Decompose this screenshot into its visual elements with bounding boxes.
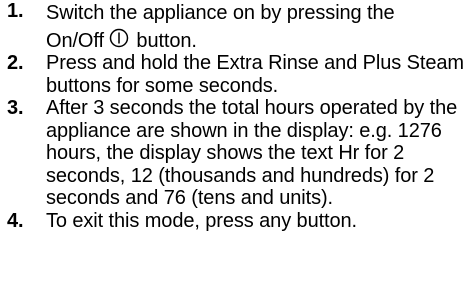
instruction-step: 2. Press and hold the Extra Rinse and Pl… (0, 52, 471, 97)
step-text: On/Off (46, 29, 104, 52)
step-text: Switch the appliance on by pressing the (46, 2, 395, 24)
step-text: To exit this mode, press any button. (46, 209, 358, 232)
power-icon (109, 28, 129, 48)
step-number: 4. (7, 209, 24, 232)
step-number: 3. (7, 97, 24, 119)
instruction-step: 1. Switch the appliance on by pressing t… (0, 0, 471, 52)
step-number: 2. (7, 52, 24, 74)
instruction-step: 4. To exit this mode, press any button. (0, 210, 471, 233)
step-number: 1. (7, 0, 24, 22)
step-text: button. (136, 29, 197, 52)
instruction-step: 3. After 3 seconds the total hours opera… (0, 97, 471, 210)
step-text: After 3 seconds the total hours operated… (46, 97, 458, 209)
step-text: Press and hold the Extra Rinse and Plus … (46, 52, 464, 97)
instruction-list: 1. Switch the appliance on by pressing t… (0, 0, 471, 232)
